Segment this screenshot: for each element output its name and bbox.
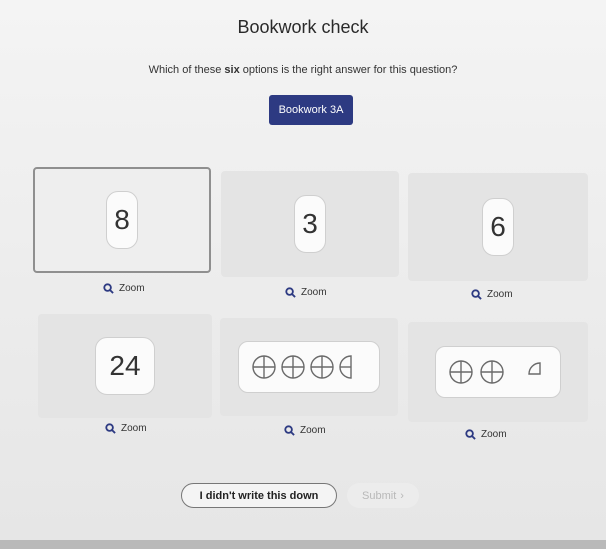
- magnifier-icon: [103, 283, 114, 294]
- magnifier-icon: [285, 287, 296, 298]
- zoom-button-5[interactable]: Zoom: [284, 425, 326, 436]
- zoom-label-3: Zoom: [487, 289, 513, 300]
- page-title: Bookwork check: [237, 17, 369, 37]
- option-shape-6: [435, 346, 561, 398]
- submit-button[interactable]: Submit ›: [347, 483, 419, 508]
- zoom-button-4[interactable]: Zoom: [105, 423, 147, 434]
- option-card-3[interactable]: 6: [408, 173, 588, 281]
- option-card-2[interactable]: 3: [221, 171, 399, 277]
- didnt-write-this-down-button[interactable]: I didn't write this down: [181, 483, 337, 508]
- chevron-right-icon: ›: [400, 489, 404, 502]
- zoom-button-3[interactable]: Zoom: [471, 289, 513, 300]
- option-value-1: 8: [106, 191, 138, 249]
- question-suffix: options is the right answer for this que…: [242, 64, 458, 76]
- magnifier-icon: [284, 425, 295, 436]
- option-card-1[interactable]: 8: [33, 167, 211, 273]
- zoom-label-4: Zoom: [121, 423, 147, 434]
- quartered-circles-2-and-quarter-icon: [449, 360, 541, 384]
- zoom-label-1: Zoom: [119, 283, 145, 294]
- question-emphasis: six: [224, 64, 240, 76]
- zoom-button-2[interactable]: Zoom: [285, 287, 327, 298]
- bottom-edge-bar: [0, 540, 606, 549]
- magnifier-icon: [105, 423, 116, 434]
- option-value-4: 24: [95, 337, 155, 395]
- question-prefix: Which of these: [148, 64, 222, 76]
- option-value-2: 3: [294, 195, 326, 253]
- option-card-4[interactable]: 24: [38, 314, 212, 418]
- zoom-button-6[interactable]: Zoom: [465, 429, 507, 440]
- zoom-label-6: Zoom: [481, 429, 507, 440]
- zoom-label-5: Zoom: [300, 425, 326, 436]
- option-value-3: 6: [482, 198, 514, 256]
- quartered-circles-3-and-half-icon: [252, 355, 352, 379]
- question-text: Which of these six options is the right …: [0, 64, 606, 76]
- magnifier-icon: [471, 289, 482, 300]
- option-card-5[interactable]: [220, 318, 398, 416]
- option-shape-5: [238, 341, 380, 393]
- option-card-6[interactable]: [408, 322, 588, 422]
- magnifier-icon: [465, 429, 476, 440]
- bookwork-code-badge: Bookwork 3A: [269, 95, 353, 125]
- submit-label: Submit: [362, 489, 397, 502]
- bookwork-page: Bookwork check Which of these six option…: [0, 0, 606, 540]
- zoom-button-1[interactable]: Zoom: [103, 283, 145, 294]
- zoom-label-2: Zoom: [301, 287, 327, 298]
